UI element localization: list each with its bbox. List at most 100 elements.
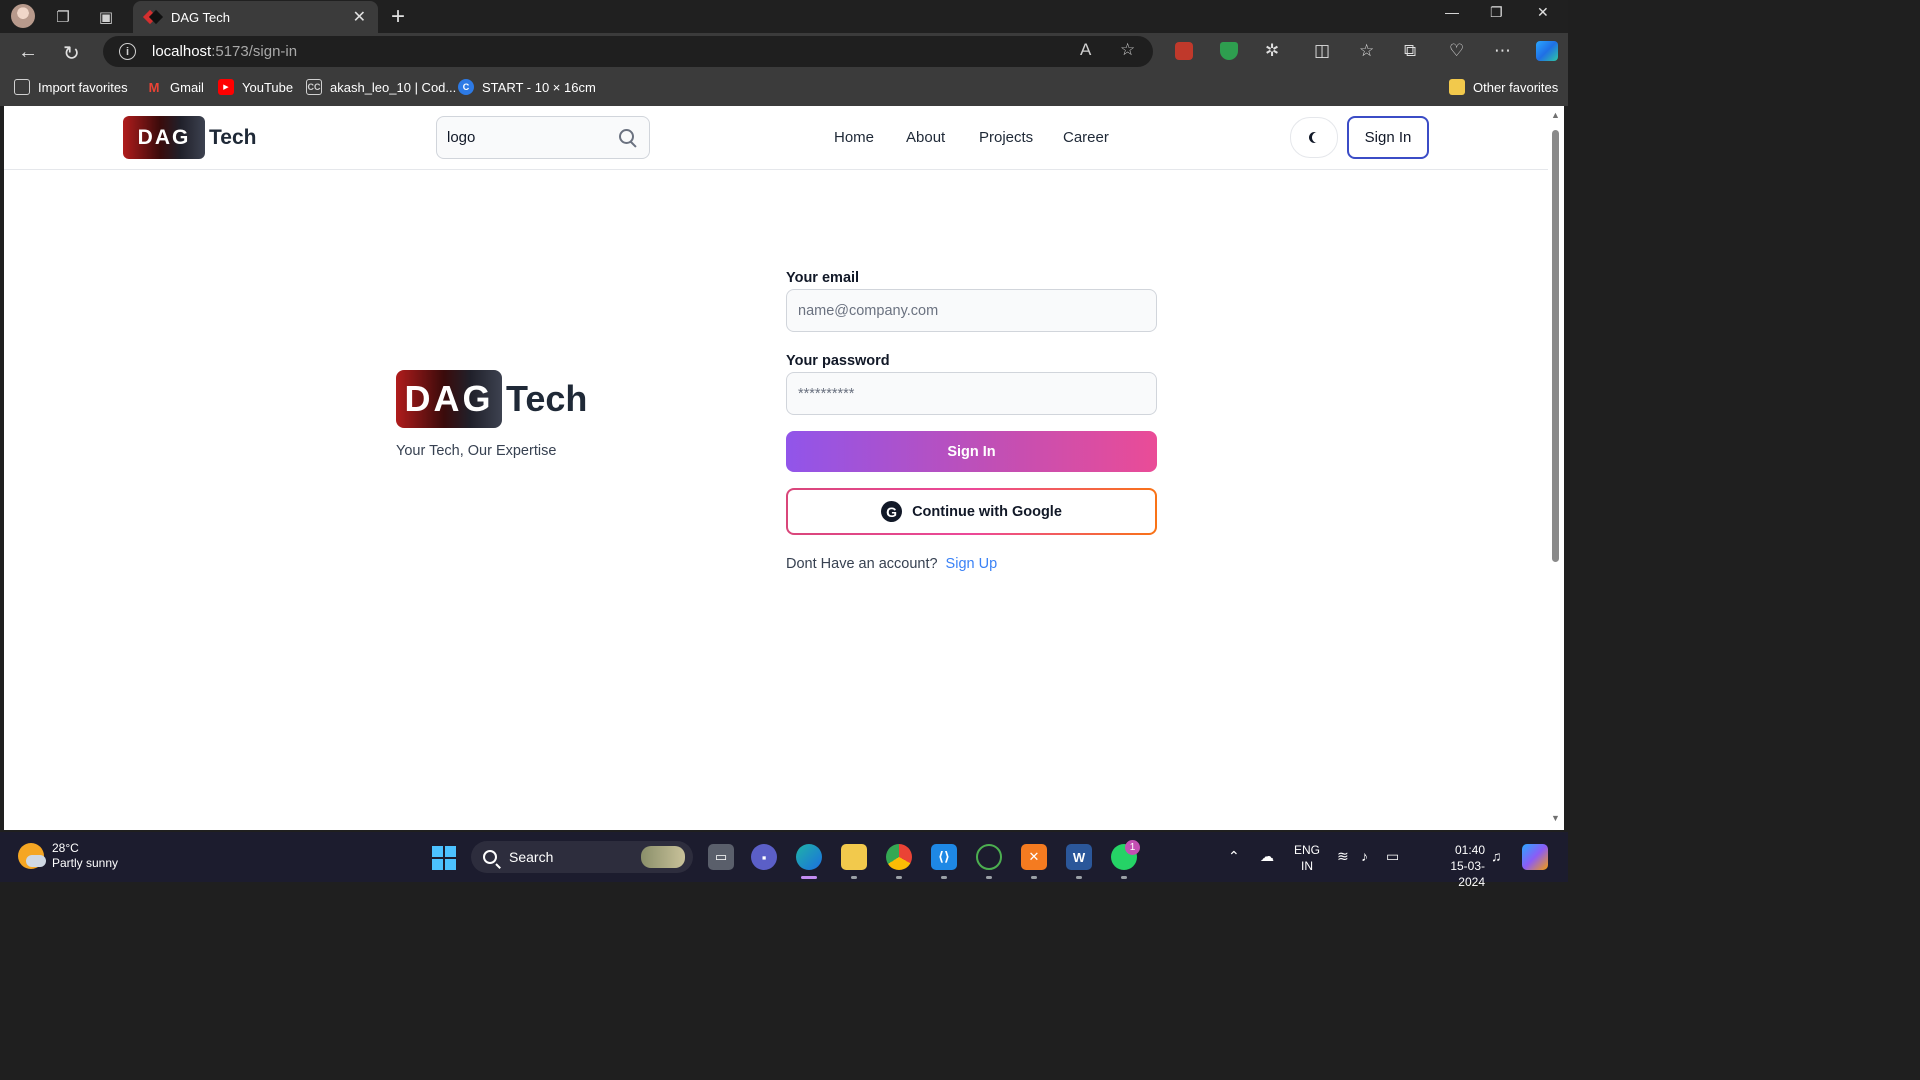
site-info-icon[interactable]: i <box>119 43 136 60</box>
back-arrow-icon[interactable]: ← <box>18 41 38 64</box>
other-favorites[interactable]: Other favorites <box>1449 79 1558 95</box>
logo-text: Tech <box>209 125 257 149</box>
close-tab-icon[interactable]: ✕ <box>353 7 366 27</box>
youtube-icon: ▶ <box>218 79 234 95</box>
copilot-taskbar-icon[interactable] <box>1522 844 1548 870</box>
edge-icon[interactable] <box>796 844 822 870</box>
sign-in-button[interactable]: Sign In <box>786 431 1157 472</box>
file-explorer-icon[interactable] <box>841 844 867 870</box>
nav-link-career[interactable]: Career <box>1063 129 1109 146</box>
email-label: Your email <box>786 270 860 286</box>
edge-active-indicator <box>801 876 817 879</box>
new-tab-icon[interactable]: + <box>391 3 405 31</box>
minimize-icon[interactable]: — <box>1445 4 1459 20</box>
more-menu-icon[interactable]: ⋯ <box>1494 41 1511 61</box>
whatsapp-notification-badge: 1 <box>1125 840 1140 855</box>
browser-essentials-icon[interactable]: ♡ <box>1449 41 1464 61</box>
windows-start-icon[interactable] <box>432 846 456 870</box>
google-button-label: Continue with Google <box>912 503 1062 520</box>
chrome-icon[interactable] <box>886 844 912 870</box>
volume-icon[interactable]: ♪ <box>1361 848 1368 864</box>
password-field[interactable]: ********** <box>786 372 1157 415</box>
search-icon[interactable] <box>617 127 639 149</box>
mongodb-icon[interactable] <box>976 844 1002 870</box>
word-icon[interactable]: W <box>1066 844 1092 870</box>
page-viewport: DAG Tech logo Home About Projects Career… <box>4 106 1548 830</box>
battery-icon[interactable]: ▭ <box>1386 848 1399 865</box>
xampp-icon[interactable]: ✕ <box>1021 844 1047 870</box>
task-view-icon[interactable]: ▭ <box>708 844 734 870</box>
scroll-down-icon[interactable]: ▼ <box>1551 813 1560 823</box>
split-screen-icon[interactable]: ◫ <box>1314 41 1330 61</box>
favorite-item-gmail[interactable]: M Gmail <box>146 79 204 95</box>
import-icon <box>14 79 30 95</box>
system-clock[interactable]: 01:40 15-03-2024 <box>1445 842 1485 890</box>
url-host: localhost <box>152 43 212 60</box>
read-aloud-icon[interactable]: A <box>1080 40 1091 60</box>
word-running-indicator <box>1076 876 1082 879</box>
nav-link-home[interactable]: Home <box>834 129 874 146</box>
extension-red-icon[interactable] <box>1175 42 1193 60</box>
canva-icon: C <box>458 79 474 95</box>
vscode-running-indicator <box>941 876 947 879</box>
theme-toggle-button[interactable] <box>1290 117 1338 158</box>
browser-tab-bar: ❐ ▣ DAG Tech ✕ + — ❐ ✕ <box>0 0 1568 33</box>
address-bar[interactable]: i localhost:5173/sign-in <box>103 36 1153 67</box>
nav-link-projects[interactable]: Projects <box>979 129 1033 146</box>
favorites-list-icon[interactable]: ☆ <box>1359 41 1374 61</box>
site-logo[interactable]: DAG Tech <box>123 116 256 159</box>
tab-actions-icon[interactable]: ▣ <box>95 6 117 28</box>
refresh-icon[interactable]: ↻ <box>63 41 80 66</box>
show-hidden-icons-icon[interactable]: ⌃ <box>1228 848 1240 865</box>
codechef-icon: CC <box>306 79 322 95</box>
favorite-star-icon[interactable]: ☆ <box>1120 40 1135 60</box>
scroll-up-icon[interactable]: ▲ <box>1551 110 1560 120</box>
copilot-icon[interactable] <box>1536 41 1558 61</box>
mongodb-running-indicator <box>986 876 992 879</box>
weather-temp: 28°C <box>52 841 79 855</box>
vscode-icon[interactable]: ⟨⟩ <box>931 844 957 870</box>
favorite-item-canva[interactable]: C START - 10 × 16cm <box>458 79 596 95</box>
gmail-icon: M <box>148 79 160 95</box>
hero-logo: DAG Tech <box>396 370 587 428</box>
favorite-item-import[interactable]: Import favorites <box>14 79 128 95</box>
google-sign-in-button[interactable]: G Continue with Google <box>786 488 1157 535</box>
chrome-running-indicator <box>896 876 902 879</box>
folder-icon <box>1449 79 1465 95</box>
collections-icon[interactable]: ⧉ <box>1404 41 1416 61</box>
notifications-bell-icon[interactable]: ♫ <box>1491 848 1502 864</box>
language-indicator[interactable]: ENG IN <box>1294 842 1320 874</box>
favorites-bar: Import favorites M Gmail ▶ YouTube CC ak… <box>0 70 1568 106</box>
onedrive-icon[interactable]: ☁ <box>1260 848 1274 865</box>
weather-widget[interactable]: 28°C Partly sunny <box>18 841 118 871</box>
taskbar-search[interactable]: Search <box>471 841 693 873</box>
nav-link-about[interactable]: About <box>906 129 945 146</box>
browser-tab-active[interactable]: DAG Tech ✕ <box>133 1 378 33</box>
taskbar-search-icon <box>483 850 497 864</box>
url-path: :5173/sign-in <box>211 43 298 60</box>
sign-up-link[interactable]: Sign Up <box>946 556 998 572</box>
signup-prompt: Dont Have an account? Sign Up <box>786 556 997 572</box>
wifi-icon[interactable]: ≋ <box>1337 848 1349 865</box>
teams-chat-icon[interactable]: ▪ <box>751 844 777 870</box>
workspaces-icon[interactable]: ❐ <box>52 6 74 28</box>
header-sign-in-button[interactable]: Sign In <box>1347 116 1429 159</box>
site-navbar: DAG Tech logo Home About Projects Career… <box>4 106 1548 170</box>
email-field[interactable]: name@company.com <box>786 289 1157 332</box>
search-highlight-icon <box>641 846 685 868</box>
close-window-icon[interactable]: ✕ <box>1537 4 1549 21</box>
shield-extension-icon[interactable] <box>1220 42 1238 60</box>
extensions-puzzle-icon[interactable]: ✲ <box>1265 41 1279 61</box>
tab-title: DAG Tech <box>171 9 231 25</box>
favorite-item-youtube[interactable]: ▶ YouTube <box>218 79 293 95</box>
scrollbar-thumb[interactable] <box>1552 130 1559 562</box>
restore-icon[interactable]: ❐ <box>1490 4 1503 21</box>
favorite-item-codechef[interactable]: CC akash_leo_10 | Cod... <box>306 79 456 95</box>
vertical-scrollbar[interactable]: ▲ ▼ <box>1548 106 1564 830</box>
favorite-label: YouTube <box>242 79 294 95</box>
profile-avatar[interactable] <box>11 4 35 28</box>
windows-taskbar: 28°C Partly sunny Search ▭ ▪ ⟨⟩ ✕ W 1 ⌃ … <box>0 832 1568 889</box>
hero-tagline: Your Tech, Our Expertise <box>396 443 557 459</box>
search-input[interactable]: logo <box>436 116 650 159</box>
favorite-label: START - 10 × 16cm <box>482 79 596 95</box>
